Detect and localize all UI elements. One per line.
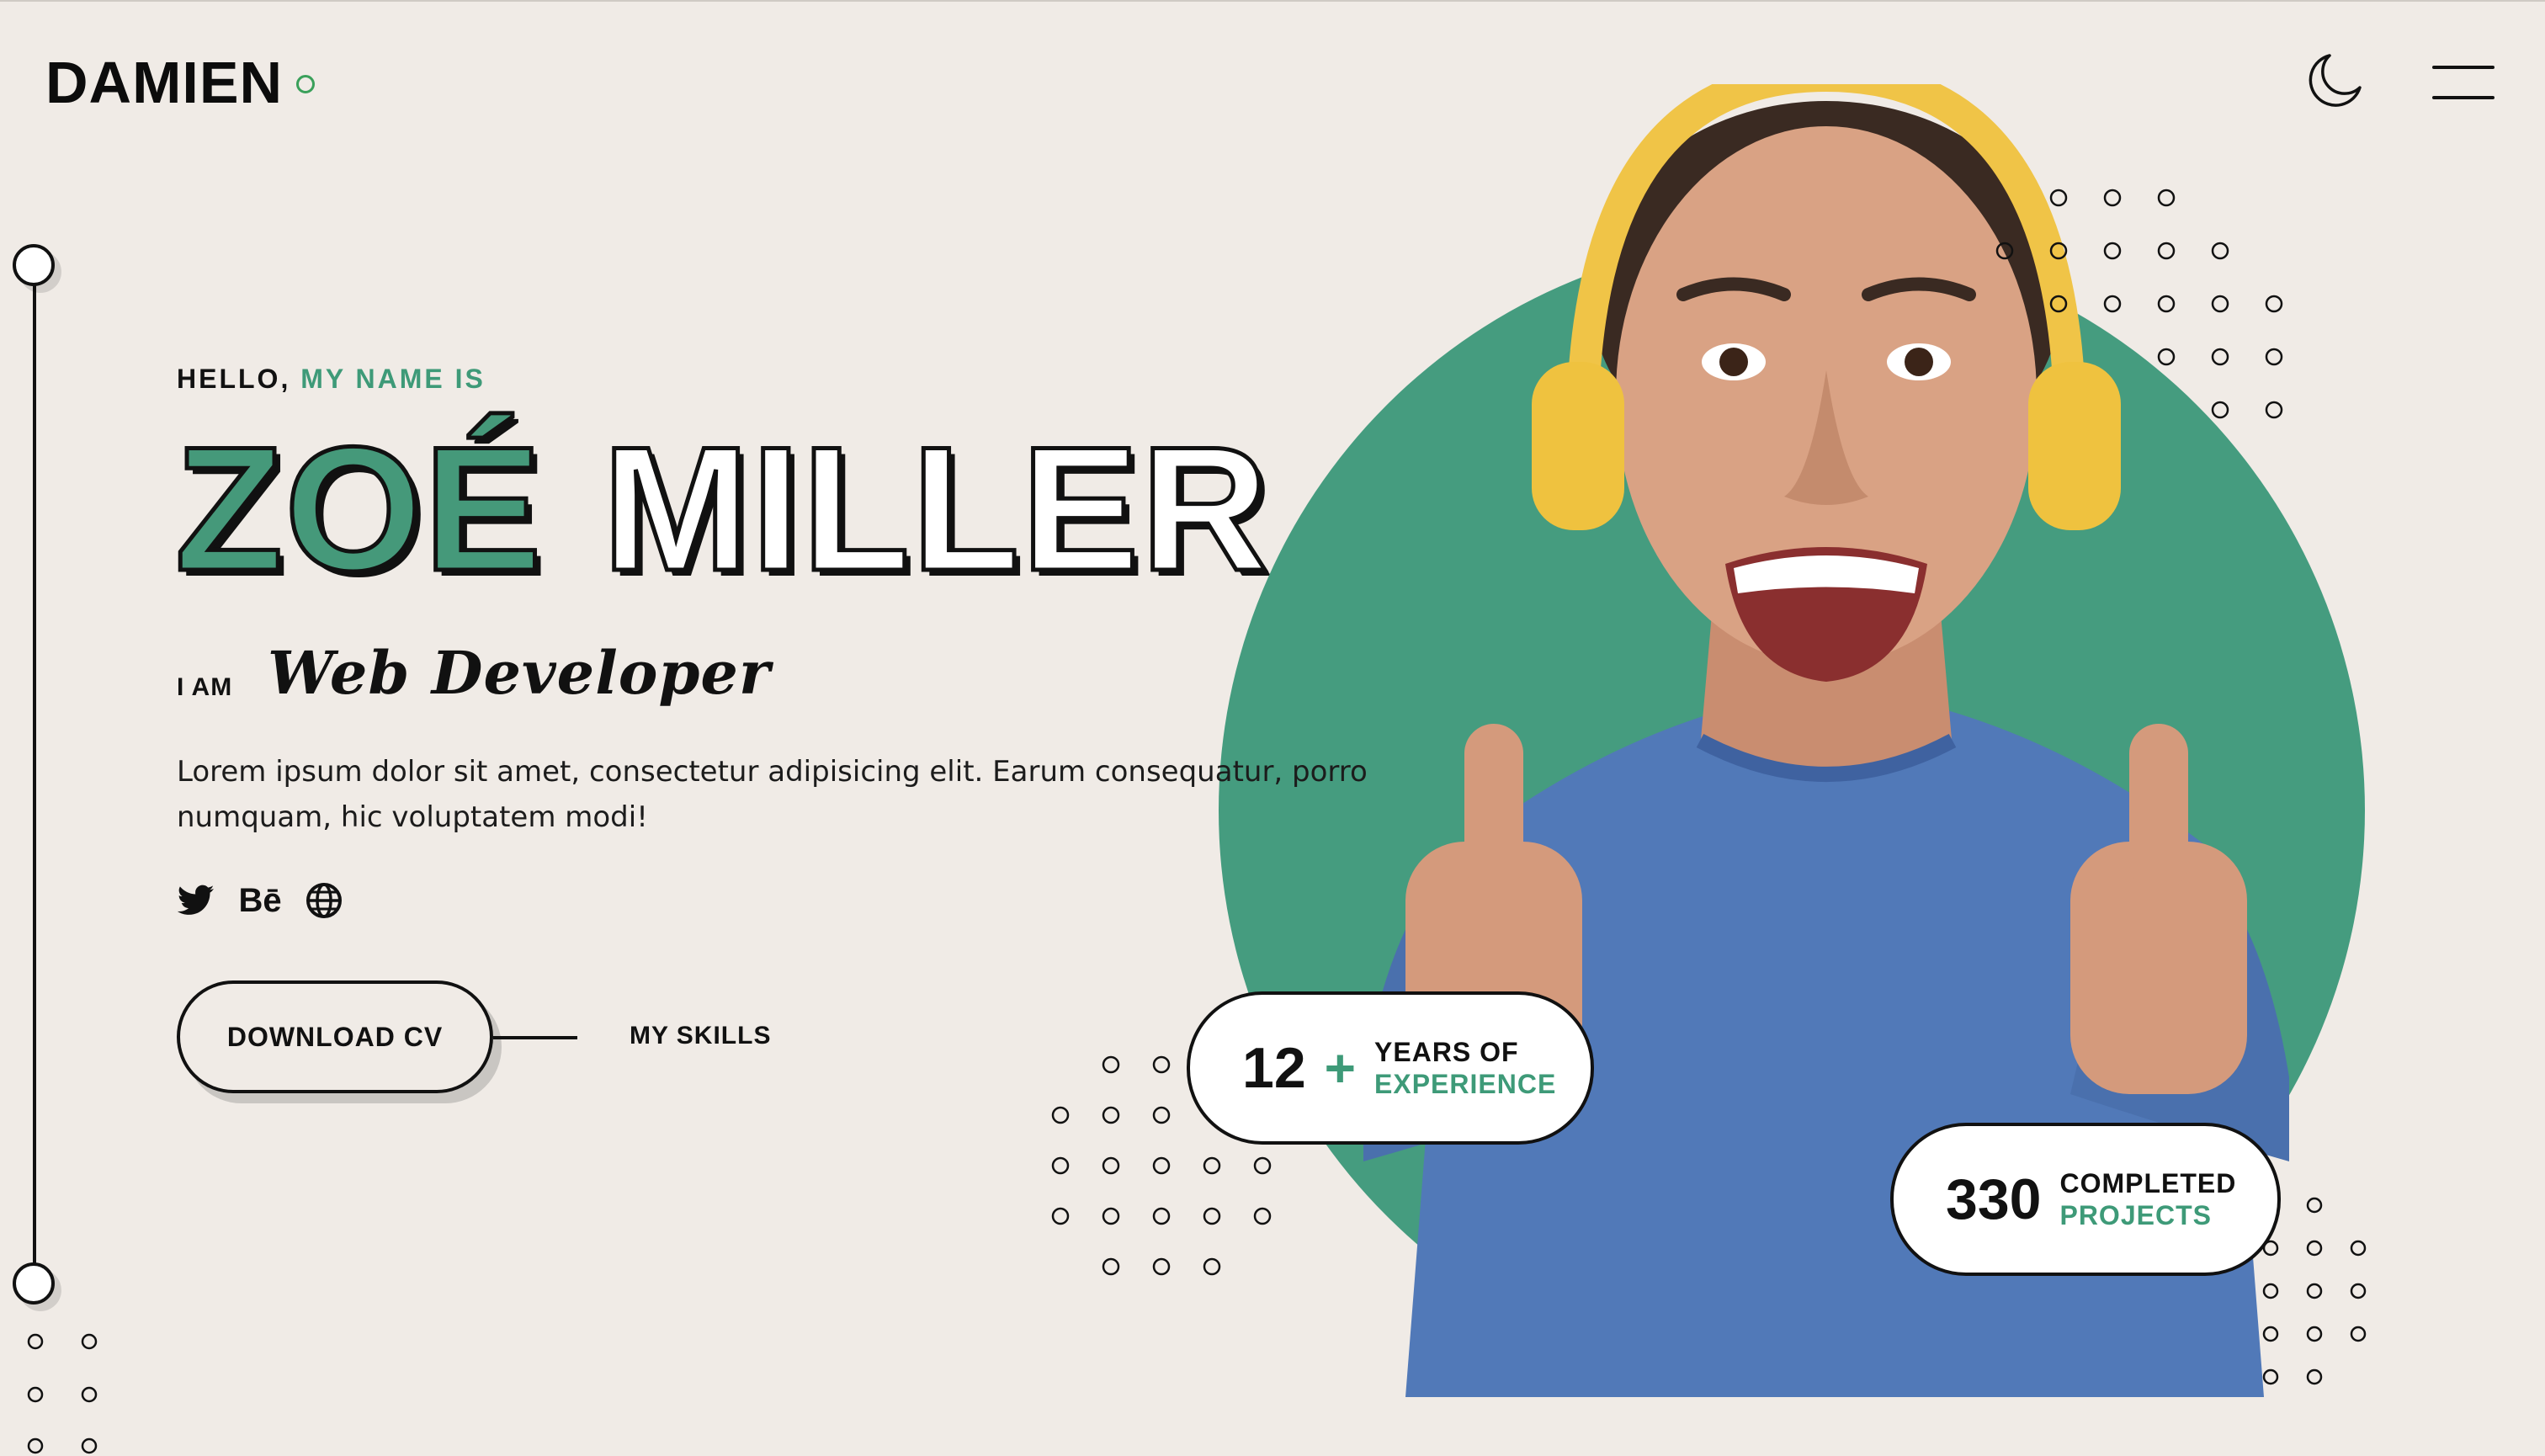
menu-bar [2432,96,2495,99]
menu-bar [2432,66,2495,69]
experience-badge: 12 + YEARS OF EXPERIENCE [1187,991,1594,1145]
experience-label: YEARS OF EXPERIENCE [1374,1036,1556,1100]
timeline-dot-top [13,244,55,286]
projects-label-line2: PROJECTS [2059,1200,2212,1230]
website-link[interactable] [305,881,343,920]
behance-icon: Bē [238,881,282,919]
timeline-line [33,264,36,1266]
experience-number: 12 [1242,1036,1306,1100]
twitter-link[interactable] [177,881,215,920]
hamburger-menu-button[interactable] [2432,66,2495,101]
decorative-dots-bottom-left [27,1333,98,1454]
experience-label-line1: YEARS OF [1374,1037,1519,1067]
experience-label-line2: EXPERIENCE [1374,1069,1557,1099]
timeline-dot-bottom [13,1262,55,1305]
plus-icon: + [1324,1038,1357,1098]
last-name: MILLER [600,410,1271,608]
greeting: HELLO, MY NAME IS [177,364,486,395]
globe-icon [306,883,342,918]
first-name: ZOÉ [173,410,545,608]
logo-dot-icon [296,75,315,93]
projects-label-line1: COMPLETED [2059,1168,2237,1198]
social-links: Bē [177,880,343,921]
hero-name: ZOÉ MILLER [173,418,1271,599]
greeting-my-name-is: MY NAME IS [300,364,486,394]
behance-link[interactable]: Bē [238,881,282,920]
role-title: Web Developer [268,638,771,708]
button-connector-line [493,1036,577,1039]
twitter-icon [178,885,215,915]
projects-label: COMPLETED PROJECTS [2059,1167,2236,1231]
projects-badge: 330 COMPLETED PROJECTS [1890,1123,2281,1276]
projects-number: 330 [1946,1167,2042,1231]
decorative-dots-top-right [1995,189,2283,419]
site-logo[interactable]: DAMIEN [45,49,283,116]
iam-label: I AM [177,673,233,701]
hero-description: Lorem ipsum dolor sit amet, consectetur … [177,755,1368,834]
greeting-hello: HELLO, [177,364,291,394]
download-cv-button[interactable]: DOWNLOAD CV [177,980,493,1093]
my-skills-link[interactable]: MY SKILLS [630,1022,771,1050]
top-border [0,0,2545,2]
